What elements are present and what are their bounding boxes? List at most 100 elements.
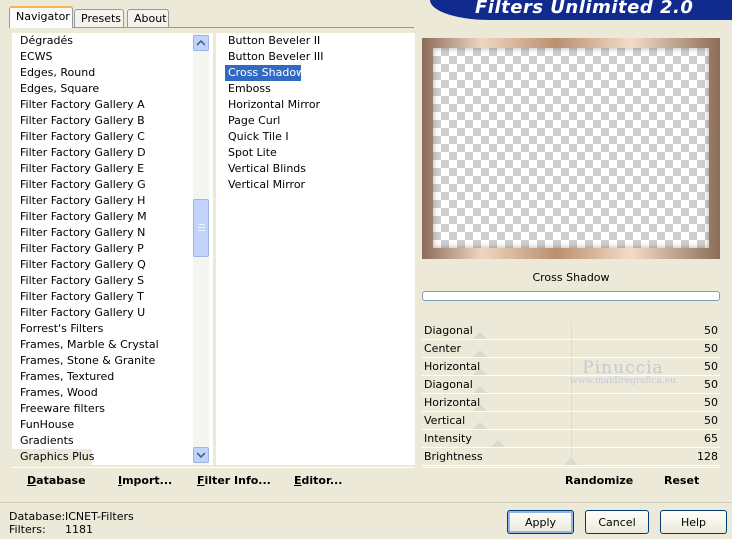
category-list[interactable]: Dégradés ECWS Edges, Round Edges, Square Fil… bbox=[12, 33, 213, 481]
editor-rest: ditor... bbox=[301, 474, 343, 487]
category-item[interactable]: Filter Factory Gallery E bbox=[12, 161, 192, 177]
slider-track[interactable] bbox=[422, 465, 720, 466]
category-item[interactable]: Filter Factory Gallery U bbox=[12, 305, 192, 321]
param-slider-row[interactable]: Intensity 65 bbox=[422, 430, 720, 448]
param-label: Vertical bbox=[424, 414, 466, 427]
scroll-up-button[interactable] bbox=[193, 35, 209, 51]
param-label: Diagonal bbox=[424, 324, 473, 337]
chevron-up-icon bbox=[197, 40, 205, 46]
param-value: 50 bbox=[704, 396, 718, 409]
param-value: 50 bbox=[704, 342, 718, 355]
filters-label: Filters: bbox=[9, 523, 46, 536]
import-button[interactable]: Import... bbox=[118, 474, 172, 487]
param-slider-row[interactable]: Diagonal 50 bbox=[422, 322, 720, 340]
param-slider-row[interactable]: Brightness 128 bbox=[422, 448, 720, 466]
param-label: Diagonal bbox=[424, 378, 473, 391]
tab-presets[interactable]: Presets bbox=[74, 9, 124, 27]
category-item[interactable]: Frames, Marble & Crystal bbox=[12, 337, 192, 353]
filter-item[interactable]: Button Beveler III bbox=[216, 49, 326, 65]
slider-tick bbox=[571, 322, 572, 339]
right-toolbar: Randomize Reset bbox=[422, 467, 720, 493]
slider-tick bbox=[571, 430, 572, 447]
category-item[interactable]: Frames, Wood bbox=[12, 385, 192, 401]
slider-thumb[interactable] bbox=[491, 440, 505, 447]
filter-item[interactable]: Vertical Blinds bbox=[216, 161, 326, 177]
param-slider-row[interactable]: Vertical 50 bbox=[422, 412, 720, 430]
category-item[interactable]: Filter Factory Gallery H bbox=[12, 193, 192, 209]
scroll-thumb[interactable] bbox=[193, 199, 209, 257]
category-scrollbar[interactable] bbox=[193, 33, 209, 465]
filter-item[interactable]: Vertical Mirror bbox=[216, 177, 326, 193]
filters-count: 1181 bbox=[65, 523, 93, 536]
filter-item[interactable]: Emboss bbox=[216, 81, 326, 97]
category-item[interactable]: Freeware filters bbox=[12, 401, 192, 417]
filter-list-panel[interactable]: Button Beveler II Button Beveler III Cross… bbox=[216, 33, 415, 465]
category-item[interactable]: Filter Factory Gallery T bbox=[12, 289, 192, 305]
category-item[interactable]: Filter Factory Gallery B bbox=[12, 113, 192, 129]
category-item[interactable]: Filter Factory Gallery G bbox=[12, 177, 192, 193]
param-label: Horizontal bbox=[424, 360, 481, 373]
reset-button[interactable]: Reset bbox=[664, 474, 699, 487]
parameter-sliders[interactable]: Diagonal 50 Center 50 Horizontal 50 Diagonal 50… bbox=[422, 322, 720, 466]
category-item[interactable]: Filter Factory Gallery Q bbox=[12, 257, 192, 273]
randomize-button[interactable]: Randomize bbox=[565, 474, 633, 487]
param-label: Center bbox=[424, 342, 462, 355]
filter-item[interactable]: Page Curl bbox=[216, 113, 326, 129]
category-item[interactable]: Filter Factory Gallery M bbox=[12, 209, 192, 225]
filter-item[interactable]: Spot Lite bbox=[216, 145, 326, 161]
slider-tick bbox=[571, 412, 572, 429]
category-item[interactable]: Frames, Stone & Granite bbox=[12, 353, 192, 369]
filter-item[interactable]: Quick Tile I bbox=[216, 129, 326, 145]
param-slider-row[interactable]: Horizontal 50 bbox=[422, 358, 720, 376]
filter-item[interactable]: Horizontal Mirror bbox=[216, 97, 326, 113]
filter-list[interactable]: Button Beveler II Button Beveler III Cross… bbox=[216, 33, 415, 193]
param-value: 50 bbox=[704, 378, 718, 391]
slider-thumb[interactable] bbox=[564, 458, 578, 465]
footer-divider bbox=[0, 502, 732, 503]
category-item[interactable]: Filter Factory Gallery A bbox=[12, 97, 192, 113]
category-item[interactable]: Edges, Round bbox=[12, 65, 192, 81]
slider-thumb[interactable] bbox=[473, 386, 487, 393]
tab-about[interactable]: About bbox=[127, 9, 169, 27]
category-item[interactable]: Filter Factory Gallery D bbox=[12, 145, 192, 161]
category-item[interactable]: FunHouse bbox=[12, 417, 192, 433]
apply-button[interactable]: Apply bbox=[507, 510, 574, 534]
app-banner: Filters Unlimited 2.0 bbox=[430, 0, 732, 20]
category-item[interactable]: Filter Factory Gallery P bbox=[12, 241, 192, 257]
cancel-button[interactable]: Cancel bbox=[585, 510, 649, 534]
import-rest: mport... bbox=[122, 474, 173, 487]
category-item[interactable]: Graphics Plus bbox=[12, 449, 94, 465]
category-item[interactable]: Frames, Textured bbox=[12, 369, 192, 385]
slider-thumb[interactable] bbox=[473, 350, 487, 357]
help-button[interactable]: Help bbox=[660, 510, 727, 534]
tab-navigator[interactable]: Navigator bbox=[9, 6, 73, 28]
category-item[interactable]: Filter Factory Gallery C bbox=[12, 129, 192, 145]
slider-thumb[interactable] bbox=[473, 332, 487, 339]
filter-item[interactable]: Button Beveler II bbox=[216, 33, 326, 49]
category-item[interactable]: Filter Factory Gallery N bbox=[12, 225, 192, 241]
param-value: 50 bbox=[704, 414, 718, 427]
slider-thumb[interactable] bbox=[473, 422, 487, 429]
param-label: Brightness bbox=[424, 450, 483, 463]
category-item[interactable]: Filter Factory Gallery S bbox=[12, 273, 192, 289]
editor-button[interactable]: Editor... bbox=[294, 474, 342, 487]
filter-item[interactable]: Cross Shadow bbox=[225, 65, 305, 81]
status-panel: Database: ICNET-Filters Filters: 1181 bbox=[9, 510, 134, 536]
category-item[interactable]: Forrest's Filters bbox=[12, 321, 192, 337]
param-value: 65 bbox=[704, 432, 718, 445]
param-label: Intensity bbox=[424, 432, 472, 445]
database-button[interactable]: Database bbox=[27, 474, 86, 487]
param-slider-row[interactable]: Horizontal 50 bbox=[422, 394, 720, 412]
category-list-panel[interactable]: Dégradés ECWS Edges, Round Edges, Square Fil… bbox=[12, 33, 213, 479]
chevron-down-icon bbox=[197, 452, 205, 458]
scroll-down-button[interactable] bbox=[193, 447, 209, 463]
app-title: Filters Unlimited 2.0 bbox=[475, 0, 694, 18]
category-item[interactable]: Dégradés bbox=[12, 33, 192, 49]
slider-tick bbox=[571, 394, 572, 411]
category-item[interactable]: Gradients bbox=[12, 433, 192, 449]
filter-info-button[interactable]: Filter Info... bbox=[197, 474, 271, 487]
category-item[interactable]: Edges, Square bbox=[12, 81, 192, 97]
param-slider-row[interactable]: Diagonal 50 bbox=[422, 376, 720, 394]
param-slider-row[interactable]: Center 50 bbox=[422, 340, 720, 358]
category-item[interactable]: ECWS bbox=[12, 49, 192, 65]
